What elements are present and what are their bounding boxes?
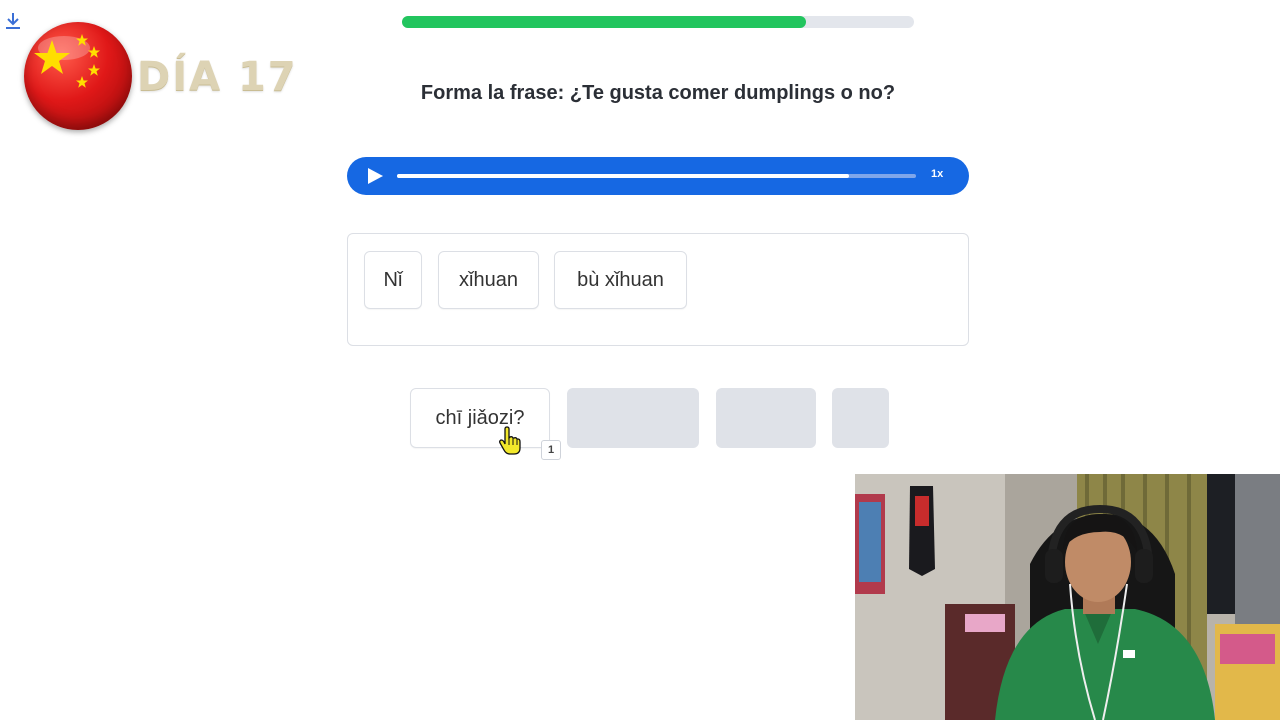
audio-progress-track[interactable] <box>397 174 916 178</box>
china-flag-icon <box>24 22 132 130</box>
keyboard-shortcut-badge: 1 <box>541 440 561 460</box>
word-bank-empty-slot <box>567 388 699 448</box>
word-bank-empty-slot <box>832 388 889 448</box>
answer-chip[interactable]: Nǐ <box>364 251 422 309</box>
audio-player: 1x <box>347 157 969 195</box>
word-bank-chip[interactable]: chī jiǎozi? <box>410 388 550 448</box>
day-label: DÍA 17 <box>137 54 298 100</box>
hand-cursor-icon <box>499 426 521 455</box>
word-bank-empty-slot <box>716 388 816 448</box>
answer-area[interactable]: Nǐ xǐhuan bù xǐhuan <box>347 233 969 346</box>
answer-chip[interactable]: xǐhuan <box>438 251 539 309</box>
answer-chip[interactable]: bù xǐhuan <box>554 251 687 309</box>
download-icon[interactable] <box>4 12 22 32</box>
audio-progress-played <box>397 174 849 178</box>
play-icon[interactable] <box>365 167 385 185</box>
playback-speed-button[interactable]: 1x <box>931 168 943 180</box>
lesson-progress-fill <box>402 16 807 28</box>
webcam-overlay <box>855 474 1280 720</box>
lesson-progress-bar <box>402 16 914 28</box>
exercise-prompt: Forma la frase: ¿Te gusta comer dumpling… <box>420 82 896 104</box>
